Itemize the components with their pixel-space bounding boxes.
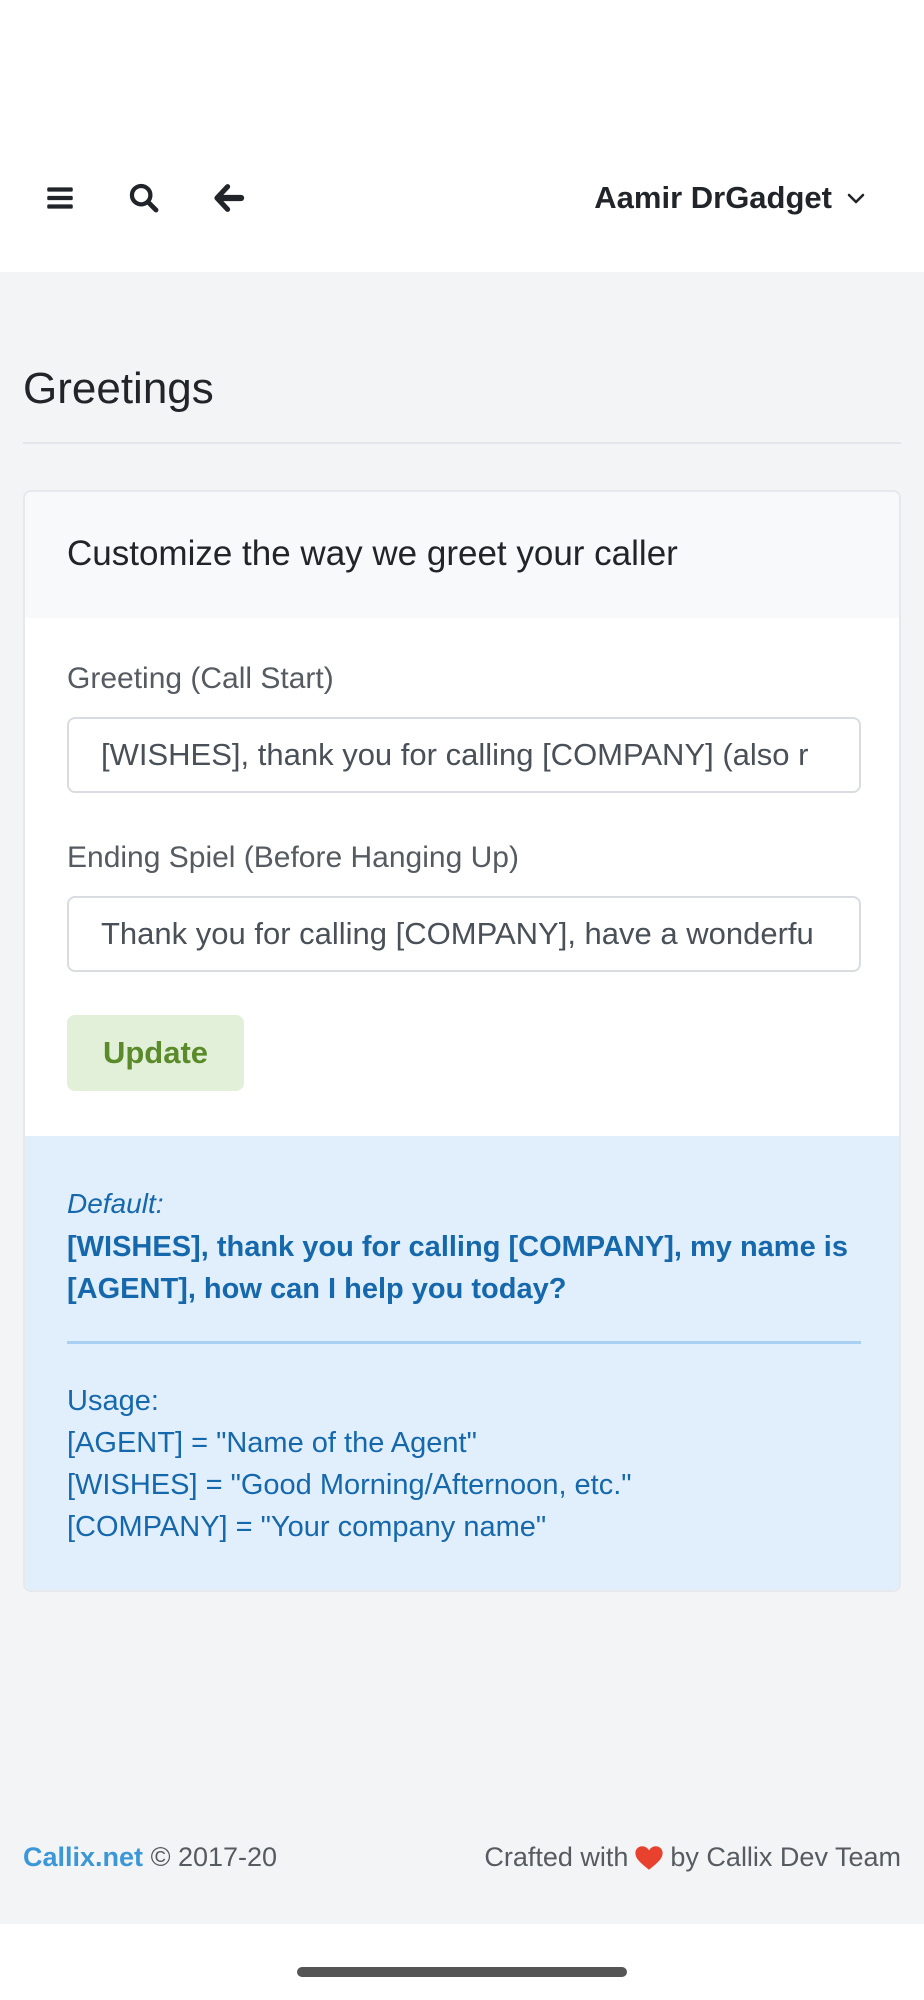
chevron-down-icon [847, 193, 865, 204]
footer-crafted-prefix: Crafted with [484, 1842, 629, 1872]
footer-copyright-text: © 2017-20 [150, 1842, 278, 1872]
user-name: Aamir DrGadget [594, 180, 832, 215]
info-divider [67, 1341, 861, 1344]
default-greeting-text: [WISHES], thank you for calling [COMPANY… [67, 1231, 848, 1305]
usage-line-company: [COMPANY] = "Your company name" [67, 1511, 547, 1543]
menu-toggle-button[interactable] [40, 178, 80, 218]
ending-label: Ending Spiel (Before Hanging Up) [67, 841, 519, 874]
card-header: Customize the way we greet your caller [25, 492, 899, 618]
footer-credits: Crafted with by Callix Dev Team [484, 1842, 901, 1873]
home-indicator [297, 1967, 627, 1977]
card-header-title: Customize the way we greet your caller [67, 534, 678, 573]
usage-line-agent: [AGENT] = "Name of the Agent" [67, 1427, 477, 1459]
info-box: Default: [WISHES], thank you for calling… [25, 1136, 899, 1590]
greeting-label: Greeting (Call Start) [67, 662, 334, 695]
user-menu[interactable]: Aamir DrGadget [594, 176, 868, 220]
update-button[interactable]: Update [67, 1015, 244, 1091]
arrow-left-icon [214, 184, 245, 212]
status-bar [0, 0, 924, 125]
usage-line-wishes: [WISHES] = "Good Morning/Afternoon, etc.… [67, 1469, 632, 1501]
default-label: Default: [67, 1188, 164, 1219]
title-divider [23, 442, 901, 444]
greeting-input[interactable] [67, 717, 861, 793]
ending-input[interactable] [67, 896, 861, 972]
usage-title: Usage: [67, 1385, 159, 1417]
heart-icon [635, 1845, 664, 1870]
footer-crafted-suffix: by Callix Dev Team [670, 1842, 901, 1872]
footer-copyright: Callix.net © 2017-20 [23, 1842, 277, 1873]
footer-brand-link[interactable]: Callix.net [23, 1842, 143, 1872]
greetings-card: Customize the way we greet your caller G… [23, 490, 901, 1592]
page-title: Greetings [23, 364, 214, 413]
back-button[interactable] [209, 178, 249, 218]
bars-icon [47, 187, 73, 209]
search-button[interactable] [124, 178, 164, 218]
search-icon [129, 183, 159, 213]
usage-section: Usage: [AGENT] = "Name of the Agent" [WI… [67, 1380, 632, 1548]
